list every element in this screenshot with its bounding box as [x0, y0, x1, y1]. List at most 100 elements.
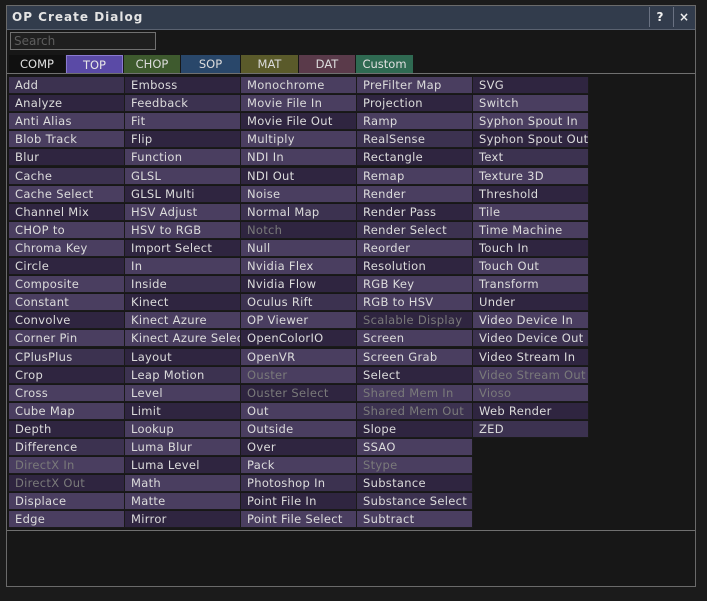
op-item-ndi-in[interactable]: NDI In: [241, 149, 357, 166]
op-item-texture-3d[interactable]: Texture 3D: [473, 168, 589, 185]
op-item-screen-grab[interactable]: Screen Grab: [357, 349, 473, 366]
op-item-nvidia-flow[interactable]: Nvidia Flow: [241, 276, 357, 293]
op-item-chop-to[interactable]: CHOP to: [9, 222, 125, 239]
op-item-composite[interactable]: Composite: [9, 276, 125, 293]
op-item-transform[interactable]: Transform: [473, 276, 589, 293]
op-item-select[interactable]: Select: [357, 367, 473, 384]
op-item-difference[interactable]: Difference: [9, 439, 125, 456]
op-item-op-viewer[interactable]: OP Viewer: [241, 312, 357, 329]
op-item-chroma-key[interactable]: Chroma Key: [9, 240, 125, 257]
op-item-layout[interactable]: Layout: [125, 349, 241, 366]
tab-chop[interactable]: CHOP: [124, 55, 180, 74]
op-item-under[interactable]: Under: [473, 294, 589, 311]
op-item-screen[interactable]: Screen: [357, 330, 473, 347]
op-item-multiply[interactable]: Multiply: [241, 131, 357, 148]
op-item-mirror[interactable]: Mirror: [125, 511, 241, 528]
search-input[interactable]: [10, 32, 156, 50]
op-item-time-machine[interactable]: Time Machine: [473, 222, 589, 239]
op-item-pack[interactable]: Pack: [241, 457, 357, 474]
op-item-switch[interactable]: Switch: [473, 95, 589, 112]
op-item-reorder[interactable]: Reorder: [357, 240, 473, 257]
op-item-ndi-out[interactable]: NDI Out: [241, 168, 357, 185]
tab-top[interactable]: TOP: [66, 55, 123, 74]
op-item-kinect-azure[interactable]: Kinect Azure: [125, 312, 241, 329]
tab-sop[interactable]: SOP: [181, 55, 240, 74]
op-item-slope[interactable]: Slope: [357, 421, 473, 438]
op-item-corner-pin[interactable]: Corner Pin: [9, 330, 125, 347]
op-item-zed[interactable]: ZED: [473, 421, 589, 438]
op-item-feedback[interactable]: Feedback: [125, 95, 241, 112]
op-item-realsense[interactable]: RealSense: [357, 131, 473, 148]
op-item-luma-level[interactable]: Luma Level: [125, 457, 241, 474]
op-item-substance[interactable]: Substance: [357, 475, 473, 492]
title-bar[interactable]: OP Create Dialog ? ×: [7, 6, 695, 30]
op-item-outside[interactable]: Outside: [241, 421, 357, 438]
op-item-over[interactable]: Over: [241, 439, 357, 456]
op-item-inside[interactable]: Inside: [125, 276, 241, 293]
op-item-glsl-multi[interactable]: GLSL Multi: [125, 186, 241, 203]
op-item-anti-alias[interactable]: Anti Alias: [9, 113, 125, 130]
op-item-emboss[interactable]: Emboss: [125, 77, 241, 94]
op-item-movie-file-out[interactable]: Movie File Out: [241, 113, 357, 130]
op-item-null[interactable]: Null: [241, 240, 357, 257]
op-item-cplusplus[interactable]: CPlusPlus: [9, 349, 125, 366]
op-item-render-pass[interactable]: Render Pass: [357, 204, 473, 221]
op-item-displace[interactable]: Displace: [9, 493, 125, 510]
op-item-constant[interactable]: Constant: [9, 294, 125, 311]
op-item-fit[interactable]: Fit: [125, 113, 241, 130]
op-item-matte[interactable]: Matte: [125, 493, 241, 510]
op-item-video-device-out[interactable]: Video Device Out: [473, 330, 589, 347]
op-item-convolve[interactable]: Convolve: [9, 312, 125, 329]
op-item-leap-motion[interactable]: Leap Motion: [125, 367, 241, 384]
op-item-point-file-in[interactable]: Point File In: [241, 493, 357, 510]
op-item-math[interactable]: Math: [125, 475, 241, 492]
op-item-prefilter-map[interactable]: PreFilter Map: [357, 77, 473, 94]
op-item-touch-out[interactable]: Touch Out: [473, 258, 589, 275]
op-item-function[interactable]: Function: [125, 149, 241, 166]
op-item-noise[interactable]: Noise: [241, 186, 357, 203]
op-item-kinect[interactable]: Kinect: [125, 294, 241, 311]
op-item-web-render[interactable]: Web Render: [473, 403, 589, 420]
op-item-photoshop-in[interactable]: Photoshop In: [241, 475, 357, 492]
op-item-cache[interactable]: Cache: [9, 168, 125, 185]
op-item-add[interactable]: Add: [9, 77, 125, 94]
tab-dat[interactable]: DAT: [299, 55, 355, 74]
op-item-opencolorio[interactable]: OpenColorIO: [241, 330, 357, 347]
op-item-syphon-spout-out[interactable]: Syphon Spout Out: [473, 131, 589, 148]
op-item-openvr[interactable]: OpenVR: [241, 349, 357, 366]
op-item-kinect-azure-select[interactable]: Kinect Azure Select: [125, 330, 241, 347]
op-item-limit[interactable]: Limit: [125, 403, 241, 420]
op-item-text[interactable]: Text: [473, 149, 589, 166]
op-item-svg[interactable]: SVG: [473, 77, 589, 94]
op-item-crop[interactable]: Crop: [9, 367, 125, 384]
op-item-projection[interactable]: Projection: [357, 95, 473, 112]
op-item-channel-mix[interactable]: Channel Mix: [9, 204, 125, 221]
op-item-ramp[interactable]: Ramp: [357, 113, 473, 130]
op-item-resolution[interactable]: Resolution: [357, 258, 473, 275]
op-item-cross[interactable]: Cross: [9, 385, 125, 402]
op-item-render[interactable]: Render: [357, 186, 473, 203]
op-item-cache-select[interactable]: Cache Select: [9, 186, 125, 203]
op-item-oculus-rift[interactable]: Oculus Rift: [241, 294, 357, 311]
op-item-nvidia-flex[interactable]: Nvidia Flex: [241, 258, 357, 275]
op-item-analyze[interactable]: Analyze: [9, 95, 125, 112]
op-item-render-select[interactable]: Render Select: [357, 222, 473, 239]
tab-comp[interactable]: COMP: [9, 55, 65, 74]
op-item-subtract[interactable]: Subtract: [357, 511, 473, 528]
op-item-rgb-to-hsv[interactable]: RGB to HSV: [357, 294, 473, 311]
op-item-monochrome[interactable]: Monochrome: [241, 77, 357, 94]
op-item-depth[interactable]: Depth: [9, 421, 125, 438]
op-item-threshold[interactable]: Threshold: [473, 186, 589, 203]
op-item-movie-file-in[interactable]: Movie File In: [241, 95, 357, 112]
op-item-lookup[interactable]: Lookup: [125, 421, 241, 438]
op-item-touch-in[interactable]: Touch In: [473, 240, 589, 257]
op-item-normal-map[interactable]: Normal Map: [241, 204, 357, 221]
op-item-point-file-select[interactable]: Point File Select: [241, 511, 357, 528]
op-item-blur[interactable]: Blur: [9, 149, 125, 166]
op-item-video-stream-in[interactable]: Video Stream In: [473, 349, 589, 366]
op-item-level[interactable]: Level: [125, 385, 241, 402]
op-item-rgb-key[interactable]: RGB Key: [357, 276, 473, 293]
op-item-video-device-in[interactable]: Video Device In: [473, 312, 589, 329]
op-item-luma-blur[interactable]: Luma Blur: [125, 439, 241, 456]
op-item-circle[interactable]: Circle: [9, 258, 125, 275]
